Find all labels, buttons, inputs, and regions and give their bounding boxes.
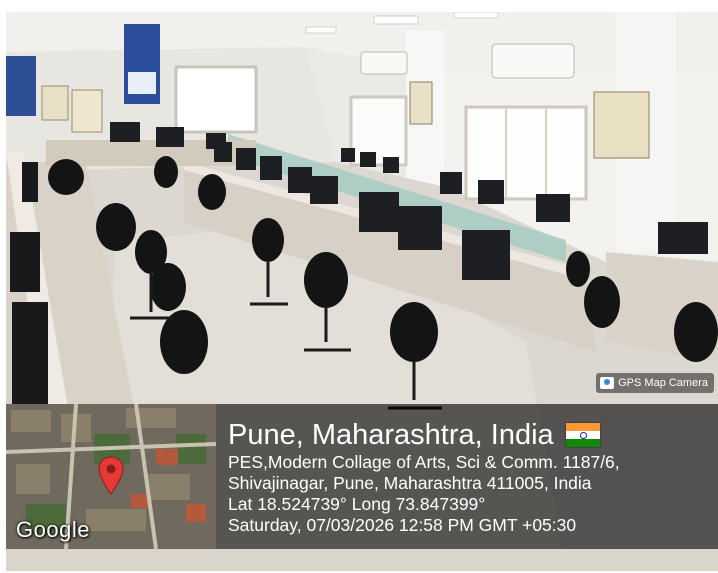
- gps-map-camera-badge: GPS Map Camera: [596, 373, 714, 393]
- photo-floor-strip: [6, 549, 718, 571]
- map-thumbnail: Google: [6, 404, 216, 549]
- portrait-frame: [71, 89, 103, 133]
- address-line-2: Shivajinagar, Pune, Maharashtra 411005, …: [228, 473, 592, 493]
- window: [349, 95, 408, 167]
- coordinates: Lat 18.524739° Long 73.847399°: [228, 494, 486, 514]
- air-conditioner: [491, 43, 575, 79]
- window: [174, 65, 258, 134]
- screenshot-frame: GPS Map Camera Google Pune, Maharashtra,…: [0, 0, 718, 573]
- location-details: Pune, Maharashtra, India PES,Modern Coll…: [228, 418, 620, 536]
- portrait-frame: [409, 81, 433, 125]
- google-logo: Google: [16, 517, 90, 542]
- india-flag-icon: [565, 423, 600, 447]
- portrait-frame: [593, 91, 650, 159]
- datetime: Saturday, 07/03/2026 12:58 PM GMT +05:30: [228, 515, 577, 535]
- poster: [6, 56, 36, 116]
- camera-icon: [600, 377, 615, 389]
- badge-label: GPS Map Camera: [618, 377, 708, 389]
- air-conditioner: [360, 51, 408, 75]
- portrait-frame: [41, 85, 69, 121]
- address-line-1: PES,Modern Collage of Arts, Sci & Comm. …: [228, 452, 620, 472]
- location-pin-icon: [98, 456, 124, 495]
- location-title-text: Pune, Maharashtra, India: [228, 419, 554, 451]
- location-title: Pune, Maharashtra, India: [228, 418, 620, 452]
